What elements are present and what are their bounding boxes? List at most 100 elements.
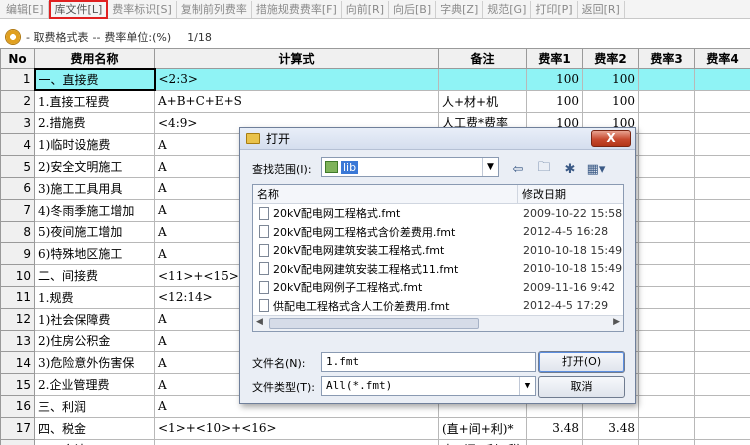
rate3-cell[interactable] bbox=[638, 416, 695, 440]
rate4-cell[interactable] bbox=[694, 285, 750, 309]
fee-name-cell[interactable]: 2.企业管理费 bbox=[34, 373, 155, 396]
menu-dictionary[interactable]: 字典[Z] bbox=[436, 0, 484, 18]
rate2-cell[interactable]: 100 bbox=[582, 68, 639, 91]
rate4-cell[interactable] bbox=[694, 373, 750, 396]
rate1-cell[interactable]: 3.48 bbox=[526, 416, 583, 440]
rate4-cell[interactable] bbox=[694, 394, 750, 418]
rate4-cell[interactable] bbox=[694, 351, 750, 375]
rate4-cell[interactable] bbox=[694, 242, 750, 266]
list-item[interactable]: 20kV配电网建筑安装工程格式11.fmt 2010-10-18 15:49 bbox=[253, 260, 623, 279]
rate3-cell[interactable] bbox=[638, 242, 695, 266]
row-no-cell[interactable]: 3 bbox=[0, 111, 35, 135]
fee-name-cell[interactable]: 3)施工工具用具 bbox=[34, 176, 155, 200]
rate4-cell[interactable] bbox=[694, 111, 750, 135]
table-row[interactable]: 1 一、直接费 <2:3> 100 100 bbox=[0, 67, 750, 92]
formula-cell[interactable]: <2:3> bbox=[154, 68, 439, 91]
rate3-cell[interactable] bbox=[638, 176, 695, 200]
view-menu-icon[interactable]: ▦▾ bbox=[586, 162, 606, 177]
rate4-cell[interactable] bbox=[694, 329, 750, 353]
fee-name-cell[interactable]: 三、利润 bbox=[34, 394, 155, 418]
look-in-combo[interactable]: lib ▼ bbox=[321, 157, 499, 177]
col-rate2[interactable]: 费率2 bbox=[582, 48, 639, 69]
rate4-cell[interactable] bbox=[694, 438, 750, 445]
open-button[interactable]: 打开(O) bbox=[538, 351, 625, 373]
rate4-cell[interactable] bbox=[694, 416, 750, 440]
col-formula[interactable]: 计算式 bbox=[154, 48, 439, 69]
rate1-cell[interactable]: 100 bbox=[526, 89, 583, 113]
chevron-down-icon[interactable]: ▼ bbox=[519, 377, 535, 395]
fee-name-cell[interactable]: 1)临时设施费 bbox=[34, 133, 155, 157]
rate3-cell[interactable] bbox=[638, 111, 695, 135]
row-no-cell[interactable]: 1 bbox=[0, 68, 35, 91]
menu-library-file[interactable]: 库文件[L] bbox=[48, 0, 109, 19]
table-row[interactable]: 18五、合计<1>+<10>+<16:17>直+间+利+税100100 bbox=[0, 438, 750, 445]
fee-name-cell[interactable]: 二、间接费 bbox=[34, 264, 155, 287]
rate3-cell[interactable] bbox=[638, 89, 695, 113]
menu-spec[interactable]: 规范[G] bbox=[483, 0, 532, 18]
col-no[interactable]: No bbox=[0, 48, 35, 69]
fee-name-cell[interactable]: 3)危险意外伤害保 bbox=[34, 351, 155, 375]
menu-measure-rate[interactable]: 措施规费费率[F] bbox=[252, 0, 342, 18]
fee-name-cell[interactable]: 四、税金 bbox=[34, 416, 155, 440]
scroll-right-icon[interactable]: ▶ bbox=[613, 317, 620, 327]
back-arrow-icon[interactable]: ⇦ bbox=[508, 162, 528, 177]
row-no-cell[interactable]: 12 bbox=[0, 307, 35, 331]
rate4-cell[interactable] bbox=[694, 176, 750, 200]
rate3-cell[interactable] bbox=[638, 307, 695, 331]
rate4-cell[interactable] bbox=[694, 133, 750, 157]
fee-name-cell[interactable]: 4)冬雨季施工增加 bbox=[34, 198, 155, 222]
fee-name-cell[interactable]: 1.规费 bbox=[34, 285, 155, 309]
file-list[interactable]: 名称 修改日期 20kV配电网工程格式.fmt 2009-10-22 15:58 2… bbox=[252, 184, 624, 332]
rate4-cell[interactable] bbox=[694, 198, 750, 222]
list-item[interactable]: 20kV配电网例子工程格式.fmt 2009-11-16 9:42 bbox=[253, 278, 623, 297]
row-no-cell[interactable]: 17 bbox=[0, 416, 35, 440]
rate3-cell[interactable] bbox=[638, 329, 695, 353]
rate2-cell[interactable]: 100 bbox=[582, 438, 639, 445]
rate2-cell[interactable]: 100 bbox=[582, 89, 639, 113]
row-no-cell[interactable]: 8 bbox=[0, 220, 35, 244]
list-item[interactable]: 供配电工程格式含人工价差费用.fmt 2012-4-5 17:29 bbox=[253, 297, 623, 316]
rate4-cell[interactable] bbox=[694, 68, 750, 91]
filetype-select[interactable]: All(*.fmt) ▼ bbox=[321, 376, 536, 396]
rate3-cell[interactable] bbox=[638, 220, 695, 244]
table-row[interactable]: 17 四、税金 <1>+<10>+<16> (直+间+利)* 3.48 3.48 bbox=[0, 416, 750, 440]
rate2-cell[interactable]: 3.48 bbox=[582, 416, 639, 440]
fee-name-cell[interactable]: 五、合计 bbox=[34, 438, 155, 445]
menu-forward[interactable]: 向前[R] bbox=[342, 0, 389, 18]
row-no-cell[interactable]: 6 bbox=[0, 176, 35, 200]
remark-cell[interactable]: 人+材+机 bbox=[438, 89, 527, 113]
row-no-cell[interactable]: 9 bbox=[0, 242, 35, 266]
fee-name-cell[interactable]: 6)特殊地区施工 bbox=[34, 242, 155, 266]
list-item[interactable]: 20kV配电网工程格式含价差费用.fmt 2012-4-5 16:28 bbox=[253, 223, 623, 242]
row-no-cell[interactable]: 16 bbox=[0, 394, 35, 418]
rate3-cell[interactable] bbox=[638, 155, 695, 178]
list-item[interactable]: 20kV配电网建筑安装工程格式.fmt 2010-10-18 15:49 bbox=[253, 241, 623, 260]
rate3-cell[interactable] bbox=[638, 438, 695, 445]
rate1-cell[interactable]: 100 bbox=[526, 68, 583, 91]
menu-rate-mark[interactable]: 费率标识[S] bbox=[108, 0, 177, 18]
fee-name-cell[interactable]: 1.直接工程费 bbox=[34, 89, 155, 113]
row-no-cell[interactable]: 13 bbox=[0, 329, 35, 353]
rate3-cell[interactable] bbox=[638, 373, 695, 396]
remark-cell[interactable]: (直+间+利)* bbox=[438, 416, 527, 440]
fee-name-cell[interactable]: 5)夜间施工增加 bbox=[34, 220, 155, 244]
col-date-header[interactable]: 修改日期 bbox=[518, 185, 566, 203]
row-no-cell[interactable]: 14 bbox=[0, 351, 35, 375]
col-fee-name[interactable]: 费用名称 bbox=[34, 48, 155, 69]
rate4-cell[interactable] bbox=[694, 307, 750, 331]
rate3-cell[interactable] bbox=[638, 198, 695, 222]
horizontal-scrollbar[interactable]: ◀ ▶ bbox=[253, 315, 623, 331]
formula-cell[interactable]: <1>+<10>+<16> bbox=[154, 416, 439, 440]
col-rate3[interactable]: 费率3 bbox=[638, 48, 695, 69]
rate3-cell[interactable] bbox=[638, 68, 695, 91]
fee-name-cell[interactable]: 一、直接费 bbox=[33, 67, 156, 92]
cancel-button[interactable]: 取消 bbox=[538, 376, 625, 398]
row-no-cell[interactable]: 11 bbox=[0, 285, 35, 309]
remark-cell[interactable]: 直+间+利+税 bbox=[438, 438, 527, 445]
rate3-cell[interactable] bbox=[638, 264, 695, 287]
row-no-cell[interactable]: 15 bbox=[0, 373, 35, 396]
fee-name-cell[interactable]: 2.措施费 bbox=[34, 111, 155, 135]
chevron-down-icon[interactable]: ▼ bbox=[482, 158, 498, 176]
table-row[interactable]: 2 1.直接工程费 A+B+C+E+S 人+材+机 100 100 bbox=[0, 89, 750, 113]
rate4-cell[interactable] bbox=[694, 264, 750, 287]
